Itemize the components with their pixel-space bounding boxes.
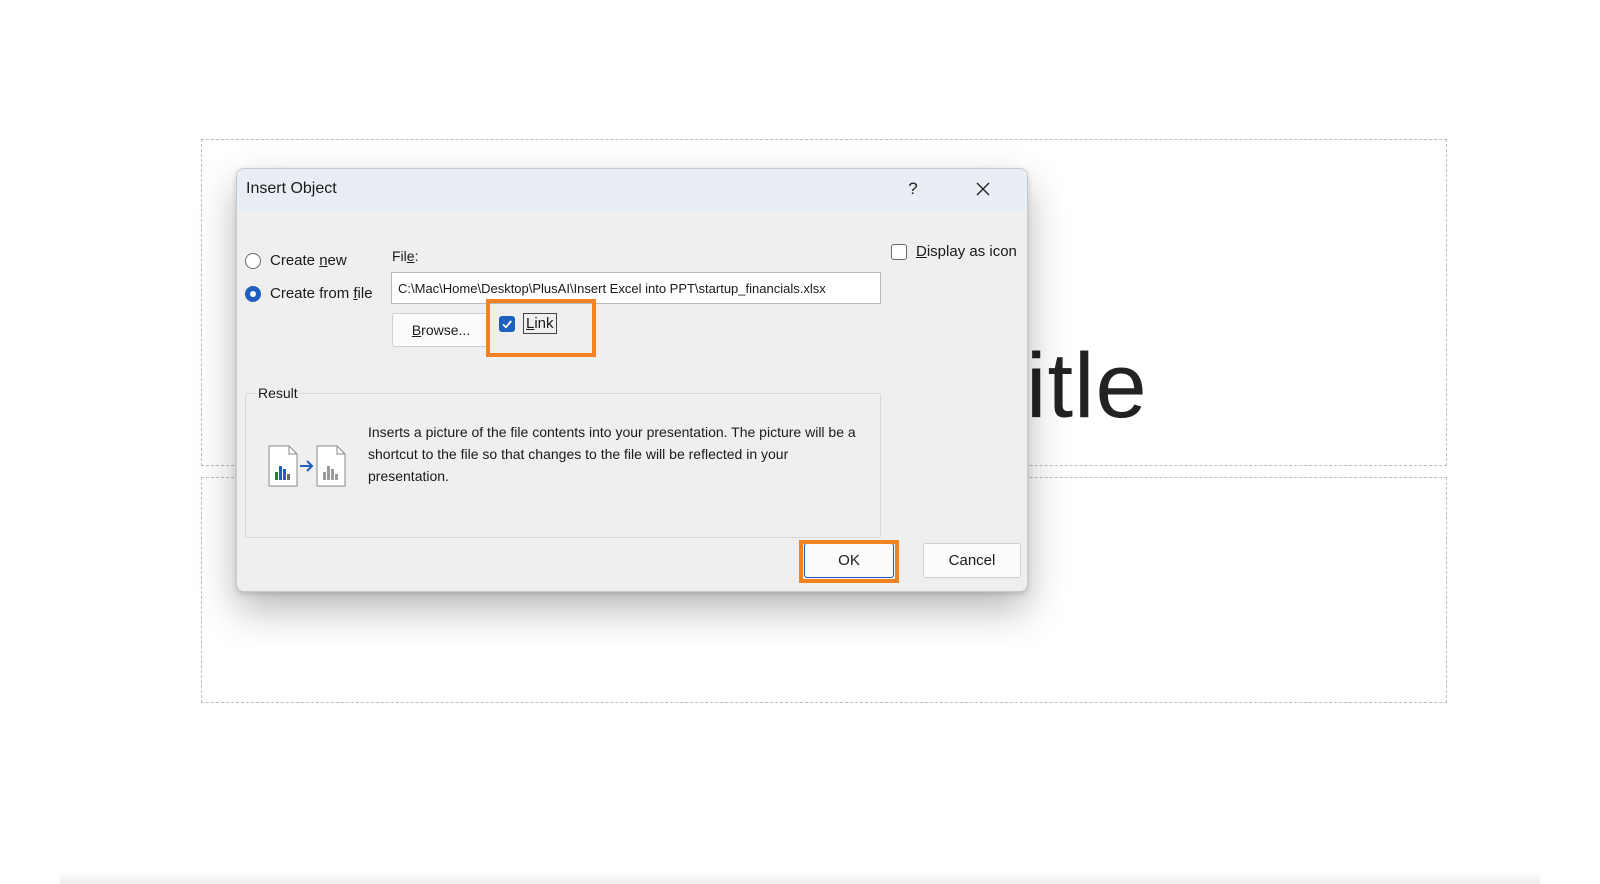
display-as-icon-checkbox[interactable] [891, 243, 907, 260]
file-path-input[interactable] [391, 272, 881, 304]
checkmark-icon [502, 319, 512, 328]
ok-button[interactable]: OK [804, 543, 894, 578]
create-new-label: Create new [270, 252, 347, 269]
linked-file-icon [267, 444, 349, 493]
link-option[interactable]: Link [499, 313, 557, 334]
link-checkbox[interactable] [499, 315, 515, 332]
close-button[interactable] [948, 169, 1018, 209]
result-description: Inserts a picture of the file contents i… [368, 424, 856, 484]
close-icon [976, 182, 990, 196]
browse-button[interactable]: Browse... [392, 313, 490, 347]
slide-bottom-shadow [60, 872, 1540, 884]
cancel-label: Cancel [948, 552, 996, 569]
create-from-file-label: Create from file [270, 285, 373, 302]
dialog-titlebar: Insert Object ? [237, 169, 1027, 211]
slide-title-text: itle [1026, 335, 1148, 437]
create-from-file-radio[interactable] [245, 285, 261, 302]
cancel-button[interactable]: Cancel [923, 543, 1021, 578]
result-legend: Result [257, 385, 299, 401]
browse-label: Browse... [411, 322, 471, 338]
link-label: Link [523, 313, 557, 334]
help-icon: ? [908, 179, 918, 198]
display-as-icon-option[interactable]: Display as icon [891, 243, 1017, 260]
insert-object-dialog: Insert Object ? Create new Create from f… [236, 168, 1028, 592]
help-button[interactable]: ? [887, 169, 939, 209]
ok-label: OK [838, 552, 860, 569]
create-new-option[interactable]: Create new [245, 252, 347, 269]
create-new-radio[interactable] [245, 252, 261, 269]
create-from-file-option[interactable]: Create from file [245, 285, 373, 302]
dialog-title: Insert Object [246, 180, 337, 197]
file-label: File: [392, 248, 419, 264]
display-as-icon-label: Display as icon [916, 243, 1017, 260]
